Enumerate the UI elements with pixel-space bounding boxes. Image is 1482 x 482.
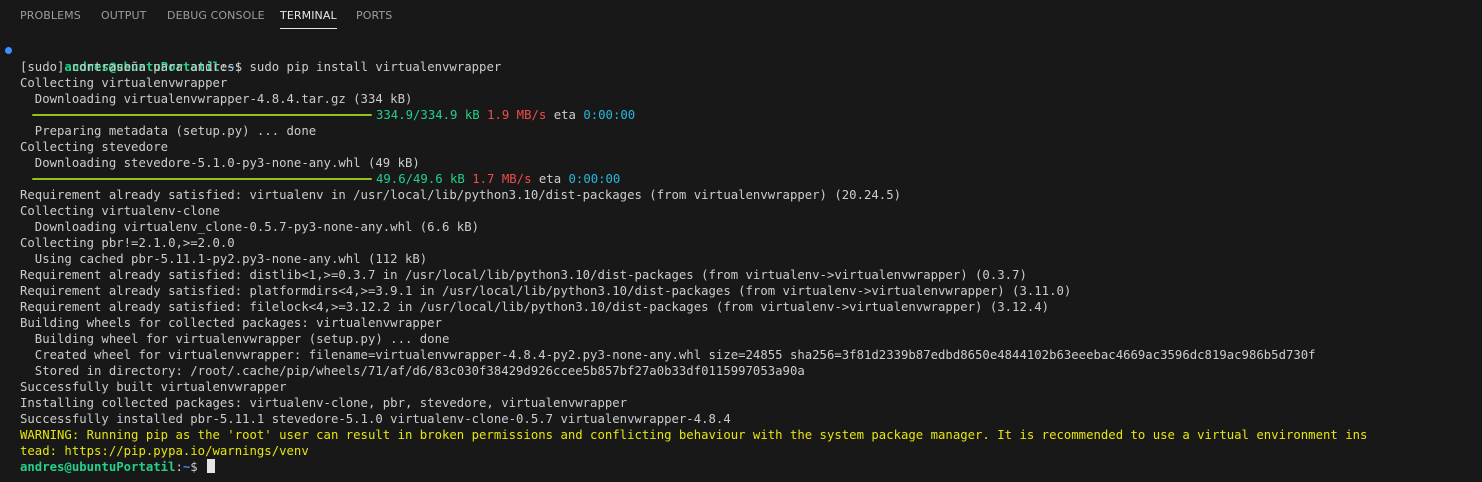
output-line: Collecting pbr!=2.1.0,>=2.0.0 xyxy=(20,236,235,250)
progress-bar xyxy=(32,178,372,180)
output-line: Requirement already satisfied: distlib<1… xyxy=(20,268,1027,282)
output-line: Collecting virtualenvwrapper xyxy=(20,76,228,90)
output-line: Requirement already satisfied: platformd… xyxy=(20,284,1072,298)
panel-tabs: PROBLEMS OUTPUT DEBUG CONSOLE TERMINAL P… xyxy=(0,0,1482,34)
output-line: Building wheels for collected packages: … xyxy=(20,316,442,330)
progress-size: 49.6/49.6 kB xyxy=(376,172,465,186)
command-line: andres@ubuntuPortatil:~$ sudo pip instal… xyxy=(0,43,1482,74)
output-line: Using cached pbr-5.11.1-py2.py3-none-any… xyxy=(20,252,428,266)
output-line: Stored in directory: /root/.cache/pip/wh… xyxy=(20,364,805,378)
progress-eta-label: eta xyxy=(538,172,562,186)
progress-speed: 1.9 MB/s xyxy=(487,108,547,122)
tab-debug-console[interactable]: DEBUG CONSOLE xyxy=(167,9,265,28)
output-line: [sudo] contraseña para andres: xyxy=(20,60,243,74)
progress-eta-label: eta xyxy=(553,108,576,122)
prompt-symbol: $ xyxy=(190,460,206,474)
output-line: Downloading stevedore-5.1.0-py3-none-any… xyxy=(20,156,420,170)
output-line: Preparing metadata (setup.py) ... done xyxy=(20,124,317,138)
progress-track xyxy=(20,107,376,123)
terminal-panel: PROBLEMS OUTPUT DEBUG CONSOLE TERMINAL P… xyxy=(0,0,1482,482)
output-line: Collecting virtualenv-clone xyxy=(20,204,220,218)
output-line: Requirement already satisfied: virtualen… xyxy=(20,188,901,202)
prompt-line[interactable]: andres@ubuntuPortatil:~$ xyxy=(0,459,1482,475)
command-decoration-icon[interactable] xyxy=(5,47,12,54)
tab-problems[interactable]: PROBLEMS xyxy=(20,9,81,28)
progress-track xyxy=(20,171,376,187)
progress-eta: 0:00:00 xyxy=(568,172,621,186)
tab-output[interactable]: OUTPUT xyxy=(101,9,146,28)
warning-line: tead: https://pip.pypa.io/warnings/venv xyxy=(20,444,309,458)
warning-line: WARNING: Running pip as the 'root' user … xyxy=(20,428,1368,442)
progress-line: 334.9/334.9 kB 1.9 MB/s eta 0:00:00 xyxy=(0,107,1482,123)
progress-size: 334.9/334.9 kB xyxy=(376,108,480,122)
progress-bar xyxy=(32,114,372,116)
output-line: Downloading virtualenv_clone-0.5.7-py3-n… xyxy=(20,220,480,234)
tab-terminal[interactable]: TERMINAL xyxy=(280,9,337,29)
output-line: Created wheel for virtualenvwrapper: fil… xyxy=(20,348,1316,362)
terminal-output[interactable]: andres@ubuntuPortatil:~$ sudo pip instal… xyxy=(0,43,1482,482)
output-line: Building wheel for virtualenvwrapper (se… xyxy=(20,332,450,346)
output-line: Successfully installed pbr-5.11.1 steved… xyxy=(20,412,731,426)
terminal-cursor xyxy=(207,459,216,473)
output-line: Downloading virtualenvwrapper-4.8.4.tar.… xyxy=(20,92,413,106)
output-line: Successfully built virtualenvwrapper xyxy=(20,380,287,394)
progress-eta: 0:00:00 xyxy=(583,108,636,122)
output-line: Collecting stevedore xyxy=(20,140,169,154)
progress-line: 49.6/49.6 kB 1.7 MB/s eta 0:00:00 xyxy=(0,171,1482,187)
output-line: Installing collected packages: virtualen… xyxy=(20,396,628,410)
output-line: Requirement already satisfied: filelock<… xyxy=(20,300,1050,314)
prompt-user: andres@ubuntuPortatil xyxy=(20,460,176,474)
prompt-separator: : xyxy=(175,460,183,474)
progress-speed: 1.7 MB/s xyxy=(472,172,532,186)
tab-ports[interactable]: PORTS xyxy=(356,9,392,28)
